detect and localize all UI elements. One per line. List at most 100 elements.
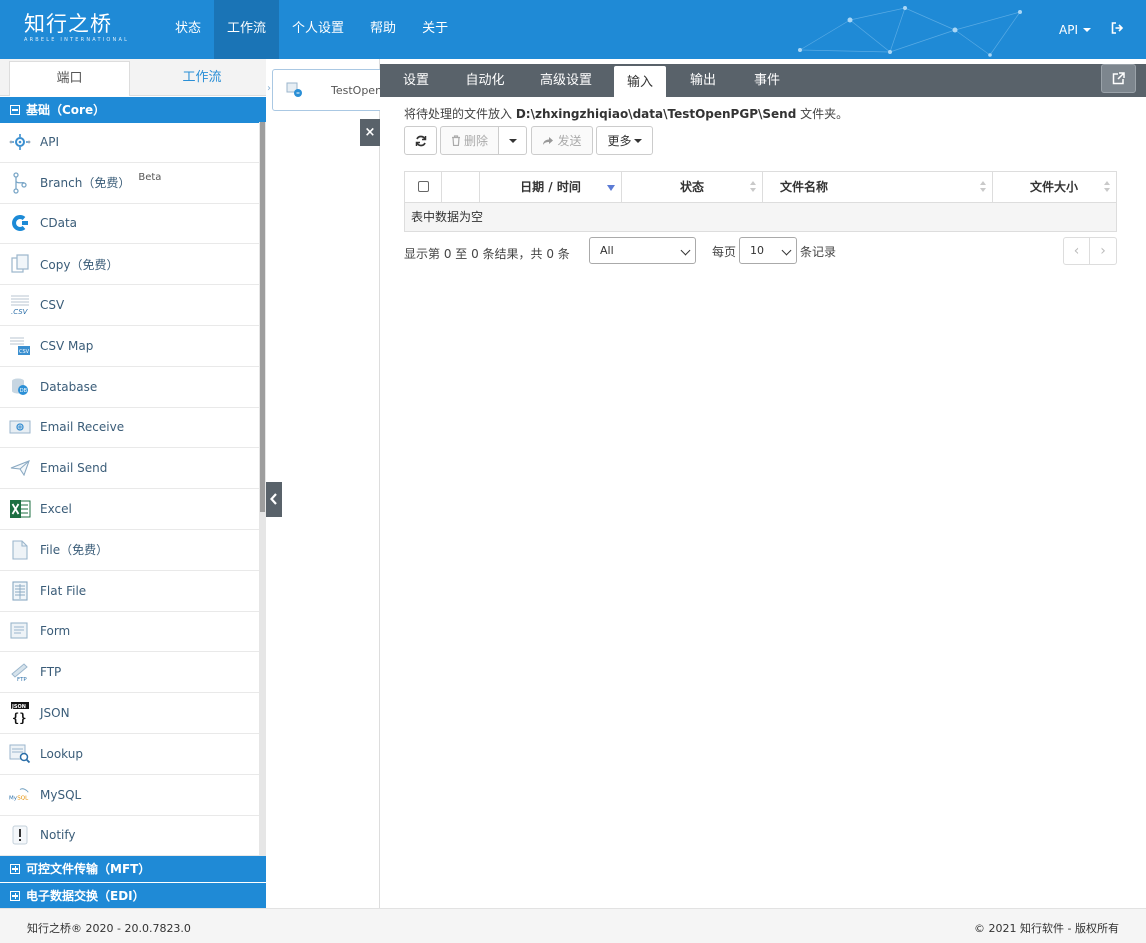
connector-file[interactable]: File（免费） xyxy=(0,530,259,571)
column-datetime[interactable]: 日期 / 时间 xyxy=(480,172,622,202)
collapse-sidebar-button[interactable] xyxy=(266,482,282,517)
close-panel-button[interactable]: × xyxy=(360,119,380,146)
app-logo[interactable]: 知行之桥 ARBELE INTERNATIONAL xyxy=(24,12,129,43)
group-mft-header[interactable]: 可控文件传输（MFT） xyxy=(0,856,266,882)
column-filesize[interactable]: 文件大小 xyxy=(993,172,1116,202)
logo-subtext: ARBELE INTERNATIONAL xyxy=(24,37,130,43)
sort-icon xyxy=(1104,181,1110,193)
group-core-header[interactable]: 基础（Core） xyxy=(0,97,266,123)
user-menu[interactable]: API xyxy=(1059,23,1091,37)
svg-text:SQL: SQL xyxy=(17,795,29,801)
connector-email-receive[interactable]: Email Receive xyxy=(0,408,259,449)
branch-icon xyxy=(9,172,31,194)
prev-page-button[interactable]: ‹ xyxy=(1063,237,1090,265)
column-actions xyxy=(442,172,480,202)
nav-about[interactable]: 关于 xyxy=(409,0,461,59)
connector-api[interactable]: API xyxy=(0,122,259,163)
footer-version: 知行之桥® 2020 - 20.0.7823.0 xyxy=(27,922,191,935)
cdata-icon xyxy=(9,212,31,234)
page-size-value: 10 xyxy=(750,244,764,257)
sidebar-scrollbar[interactable] xyxy=(259,122,266,856)
column-status[interactable]: 状态 xyxy=(622,172,763,202)
csv-map-icon: CSV xyxy=(9,335,31,357)
caret-down-icon xyxy=(1083,28,1091,32)
user-menu-label: API xyxy=(1059,22,1078,37)
form-icon xyxy=(9,620,31,642)
connector-form[interactable]: Form xyxy=(0,612,259,653)
connector-excel[interactable]: Excel xyxy=(0,489,259,530)
connector-database[interactable]: DB Database xyxy=(0,367,259,408)
info-path: D:\zhxingzhiqiao\data\TestOpenPGP\Send xyxy=(515,107,797,121)
tab-output[interactable]: 输出 xyxy=(678,64,728,97)
pagination: ‹ › xyxy=(1063,237,1117,265)
delete-dropdown-button[interactable] xyxy=(499,126,527,155)
tab-advanced[interactable]: 高级设置 xyxy=(528,64,604,97)
logout-button[interactable] xyxy=(1111,22,1124,37)
tab-settings[interactable]: 设置 xyxy=(390,64,442,97)
workflow-canvas[interactable]: › TestOpen × xyxy=(266,59,392,908)
connector-flat-file[interactable]: Flat File xyxy=(0,571,259,612)
panel-tabbar: 设置 自动化 高级设置 输入 输出 事件 xyxy=(380,64,1146,98)
info-prefix: 将待处理的文件放入 xyxy=(404,107,513,121)
connector-cdata[interactable]: CData xyxy=(0,204,259,245)
refresh-button[interactable] xyxy=(404,126,437,155)
more-label: 更多 xyxy=(607,134,632,148)
sidebar-tabs: 端口 工作流 xyxy=(0,59,266,96)
connector-branch[interactable]: Branch（免费） Beta xyxy=(0,163,259,204)
connector-copy[interactable]: Copy（免费） xyxy=(0,244,259,286)
external-link-icon xyxy=(1112,72,1125,85)
svg-text:CSV: CSV xyxy=(19,349,30,355)
select-all-checkbox[interactable] xyxy=(417,181,429,192)
column-filename-label: 文件名称 xyxy=(780,180,829,194)
connector-email-send[interactable]: Email Send xyxy=(0,448,259,490)
scrollbar-thumb[interactable] xyxy=(260,122,265,512)
nav-profile[interactable]: 个人设置 xyxy=(279,0,357,59)
connector-ftp[interactable]: FTP FTP xyxy=(0,652,259,694)
connector-json[interactable]: JSON{} JSON xyxy=(0,693,259,734)
beta-badge: Beta xyxy=(138,172,162,184)
tab-ports[interactable]: 端口 xyxy=(9,61,130,96)
more-button[interactable]: 更多 xyxy=(596,126,653,155)
page-size-select[interactable]: 10 xyxy=(739,237,797,264)
database-icon: DB xyxy=(9,376,31,398)
nav-help[interactable]: 帮助 xyxy=(357,0,409,59)
tab-input[interactable]: 输入 xyxy=(614,66,666,98)
tab-automation[interactable]: 自动化 xyxy=(456,64,514,97)
pager-summary: 显示第 0 至 0 条结果，共 0 条 xyxy=(404,247,570,261)
tab-workflows[interactable]: 工作流 xyxy=(140,61,264,96)
column-status-label: 状态 xyxy=(679,180,704,194)
table-empty-row: 表中数据为空 xyxy=(405,203,1116,231)
column-filename[interactable]: 文件名称 xyxy=(763,172,993,202)
connector-label: MySQL xyxy=(40,787,82,802)
group-edi-header[interactable]: 电子数据交换（EDI） xyxy=(0,883,266,908)
connector-mysql[interactable]: My SQL MySQL xyxy=(0,775,259,816)
nav-status[interactable]: 状态 xyxy=(162,0,214,59)
connector-label: JSON xyxy=(40,706,70,721)
svg-text:{}: {} xyxy=(12,711,26,724)
connector-label: CData xyxy=(40,216,78,231)
connector-lookup[interactable]: Lookup xyxy=(0,734,259,775)
logo-text: 知行之桥 xyxy=(24,12,112,36)
send-button[interactable]: 发送 xyxy=(531,126,593,155)
flat-file-icon xyxy=(9,580,31,602)
tab-events[interactable]: 事件 xyxy=(742,64,792,97)
workflow-node[interactable]: › TestOpen xyxy=(267,69,392,111)
status-filter-select[interactable]: All xyxy=(589,237,696,264)
file-toolbar: 删除 发送 更多 xyxy=(404,126,653,155)
connector-csv[interactable]: .CSV CSV xyxy=(0,285,259,326)
connector-csv-map[interactable]: CSV CSV Map xyxy=(0,326,259,367)
delete-button[interactable]: 删除 xyxy=(440,126,499,155)
popout-button[interactable] xyxy=(1101,64,1136,93)
excel-icon xyxy=(9,498,31,520)
connector-label: Email Receive xyxy=(40,420,125,435)
connector-label: CSV Map xyxy=(40,338,94,353)
next-page-button[interactable]: › xyxy=(1090,237,1117,265)
lookup-icon xyxy=(9,743,31,765)
connector-notify[interactable]: Notify xyxy=(0,816,259,856)
refresh-icon xyxy=(415,135,426,146)
network-decoration xyxy=(798,6,1022,57)
nav-workflow[interactable]: 工作流 xyxy=(214,0,280,59)
svg-text:DB: DB xyxy=(20,388,28,394)
svg-text:.CSV: .CSV xyxy=(11,308,29,315)
paper-plane-icon xyxy=(9,457,31,479)
